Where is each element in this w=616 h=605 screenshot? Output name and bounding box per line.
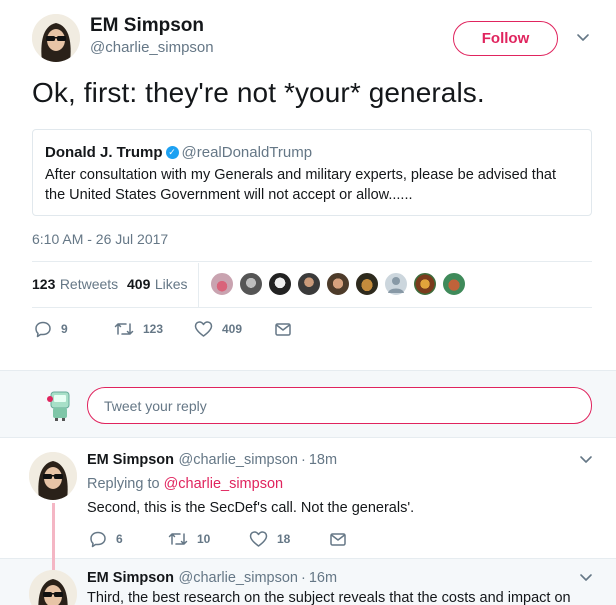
separator-dot: · [300,452,306,468]
liker-avatar[interactable] [326,272,350,296]
quoted-author-name: Donald J. Trump [45,144,163,161]
reply-time[interactable]: 18m [309,452,337,468]
mail-icon [330,533,346,546]
likes-stat[interactable]: 409 Likes [127,276,188,294]
follow-button[interactable]: Follow [453,21,558,56]
stats-divider [198,263,199,307]
chevron-down-icon[interactable] [578,451,594,467]
retweets-stat[interactable]: 123 Retweets [32,276,118,294]
replying-to-prefix: Replying to [87,476,160,492]
liker-avatar[interactable] [413,272,437,296]
quoted-author-handle: @realDonaldTrump [181,144,313,161]
replying-to: Replying to @charlie_simpson [87,476,283,492]
thread-line [52,503,55,565]
retweet-icon [114,323,134,335]
liker-avatar[interactable] [239,272,263,296]
separator-dot: · [300,570,306,586]
liker-avatar[interactable] [297,272,321,296]
quoted-tweet[interactable]: Donald J. Trump ✓ @realDonaldTrump After c… [32,129,592,216]
reply-text: Second, this is the SecDef's call. Not t… [87,500,415,516]
retweet-action[interactable]: 123 [114,320,163,338]
retweet-count: 123 [143,322,164,336]
reply-count: 9 [61,322,68,336]
chevron-down-icon[interactable] [575,29,591,45]
direct-message-action[interactable] [274,320,301,338]
like-count: 18 [277,532,291,546]
retweet-icon [168,533,188,545]
retweet-action[interactable]: 10 [168,530,210,548]
liker-avatar[interactable] [268,272,292,296]
reply-input[interactable]: Tweet your reply [87,387,592,424]
reply-action[interactable]: 9 [34,320,68,338]
bot-avatar-icon [44,387,76,421]
retweet-count: 10 [197,532,211,546]
reply-header: EM Simpson @charlie_simpson · 18m [87,451,337,469]
divider [32,261,592,262]
verified-badge-icon: ✓ [165,146,179,160]
reply-author-name[interactable]: EM Simpson [87,570,174,586]
author-name[interactable]: EM Simpson [90,15,204,37]
reply-author-handle[interactable]: @charlie_simpson [178,452,298,468]
reply-author-handle[interactable]: @charlie_simpson [178,570,298,586]
reply-author-name[interactable]: EM Simpson [87,452,174,468]
reply-header: EM Simpson @charlie_simpson · 16m [87,569,337,587]
author-avatar[interactable] [32,14,80,62]
liker-avatar[interactable] [442,272,466,296]
reply-composer: Tweet your reply [0,370,616,438]
chevron-down-icon[interactable] [578,569,594,585]
likes-label: Likes [154,276,188,292]
thread-line [52,558,55,570]
reply-count: 6 [116,532,123,546]
liker-avatar[interactable] [355,272,379,296]
like-action[interactable]: 409 [194,320,242,338]
heart-icon [194,321,213,337]
divider [32,307,592,308]
reply-author-avatar[interactable] [29,452,77,500]
mail-icon [275,323,291,336]
like-count: 409 [222,322,243,336]
quoted-tweet-text: After consultation with my Generals and … [45,167,556,203]
liker-avatar[interactable] [210,272,234,296]
author-handle[interactable]: @charlie_simpson [90,39,214,56]
liker-avatar[interactable] [384,272,408,296]
like-action[interactable]: 18 [249,530,290,548]
tweet-timestamp[interactable]: 6:10 AM - 26 Jul 2017 [32,231,168,247]
reply-action[interactable]: 6 [89,530,123,548]
reply-icon [35,321,51,338]
tweet-text: Ok, first: they're not *your* generals. [32,77,485,108]
retweets-label: Retweets [59,276,119,292]
direct-message-action[interactable] [329,530,356,548]
reply-icon [90,531,106,548]
replying-to-mention[interactable]: @charlie_simpson [164,476,284,492]
likes-count: 409 [127,276,151,292]
reply-time[interactable]: 16m [309,570,337,586]
retweets-count: 123 [32,276,56,292]
heart-icon [249,531,268,547]
reply-text: Third, the best research on the subject … [87,590,571,605]
